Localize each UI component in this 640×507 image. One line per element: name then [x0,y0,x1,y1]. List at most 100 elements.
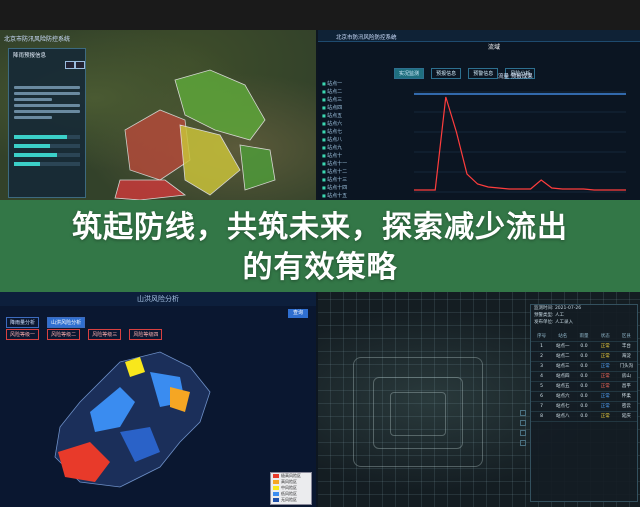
series-line-0 [414,96,626,191]
station-item[interactable]: 站点五 [322,112,382,120]
station-item[interactable]: 站点十二 [322,168,382,176]
table-cell: 丰台 [621,344,631,349]
table-row[interactable]: 7 站点七 0.0 正常 密云 [531,402,637,412]
progress-bar [14,153,80,157]
top-strip [0,0,640,30]
table-cell: 1 [540,344,544,349]
station-item[interactable]: 站点六 [322,120,382,128]
column-header: 区县 [621,334,631,339]
panel-button[interactable] [65,61,75,69]
table-cell: 正常 [600,374,610,379]
progress-bar [14,162,80,166]
station-list: 站点一站点二站点三站点四站点五站点六站点七站点八站点九站点十站点十一站点十二站点… [322,80,382,200]
station-item[interactable]: 站点十一 [322,160,382,168]
table-cell: 站点八 [556,414,570,419]
table-cell: 正常 [600,384,610,389]
table-row[interactable]: 8 站点八 0.0 正常 延庆 [531,412,637,422]
table-cell: 延庆 [621,414,631,419]
table-row[interactable]: 2 站点二 0.0 正常 海淀 [531,352,637,362]
station-item[interactable]: 站点九 [322,144,382,152]
table-cell: 0.0 [580,354,588,359]
table-cell: 正常 [600,354,610,359]
chart-title: 流量 预报成果 [498,74,533,80]
table-row[interactable]: 1 站点一 0.0 正常 丰台 [531,342,637,352]
progress-bar [14,144,80,148]
risk-map-screenshot: 山洪风险分析 降雨量分析 山洪风险分析 查询 风险等级一 风险等级二 风险等级三… [0,292,316,507]
station-item[interactable]: 站点七 [322,128,382,136]
station-table: 序号 站名 雨量 状态 区县 1 站点一 0.0 正常 丰台 2 站点二 0.0 正常 海淀 3 站点… [531,332,637,422]
table-cell: 正常 [600,414,610,419]
table-cell: 房山 [621,374,631,379]
district-southwest [114,179,187,200]
text-line [14,104,80,107]
app-title: 北京市防汛风险防控系统 [4,36,71,43]
table-cell: 0.0 [580,364,588,369]
text-line [14,86,80,89]
station-item[interactable]: 站点四 [322,104,382,112]
layer-icon[interactable] [520,430,526,436]
table-row[interactable]: 6 站点六 0.0 正常 怀柔 [531,392,637,402]
station-item[interactable]: 站点一 [322,80,382,88]
table-cell: 7 [540,404,544,409]
table-cell: 0.0 [580,384,588,389]
district-west [124,109,191,181]
info-line: 发布单位: 人工录入 [534,320,573,325]
tab-warning[interactable]: 预警信息 [468,68,499,79]
info-line: 预警类型: 人工 [534,313,564,318]
legend-label: 低风险区 [281,491,297,496]
table-cell: 3 [540,364,544,369]
station-item[interactable]: 站点八 [322,136,382,144]
flow-forecast-screenshot: 北京市防汛风险防控系统 流域 实况监测 预报信息 预警信息 风险分析 站点一站点… [318,30,640,200]
locate-icon[interactable] [520,440,526,446]
text-line [14,116,52,119]
legend-label: 中风险区 [281,485,297,490]
table-cell: 5 [540,384,544,389]
risk-map [54,351,211,488]
district-center [179,124,241,196]
table-row[interactable]: 3 站点三 0.0 正常 门头沟 [531,362,637,372]
legend-swatch [273,492,279,496]
table-cell: 密云 [621,404,631,409]
zoom-in-icon[interactable] [520,410,526,416]
legend-label: 高风险区 [281,479,297,484]
table-cell: 站点二 [556,354,570,359]
column-header: 站名 [558,334,568,339]
station-item[interactable]: 站点三 [322,96,382,104]
table-cell: 2 [540,354,544,359]
table-cell: 站点六 [556,394,570,399]
station-panel: 监测时间: 2021-07-26 预警类型: 人工 发布单位: 人工录入 序号 … [530,304,638,502]
station-item[interactable]: 站点十五 [322,192,382,200]
tab-forecast[interactable]: 预报信息 [431,68,462,79]
table-row[interactable]: 5 站点五 0.0 正常 昌平 [531,382,637,392]
table-cell: 0.0 [580,394,588,399]
panel-button[interactable] [75,61,85,69]
headline-line-2: 的有效策略 [242,250,398,285]
progress-bar [14,135,80,139]
tab-realtime[interactable]: 实况监测 [394,68,425,79]
district-east [239,144,276,191]
table-row[interactable]: 4 站点四 0.0 正常 房山 [531,372,637,382]
headline-line-1: 筑起防线，共筑未来，探索减少流出 [72,210,568,245]
legend-item: 无风险区 [271,497,311,503]
table-cell: 6 [540,394,544,399]
table-cell: 怀柔 [621,394,631,399]
headline-banner: 筑起防线，共筑未来，探索减少流出 的有效策略 [0,200,640,292]
info-line: 监测时间: 2021-07-26 [534,306,582,311]
table-cell: 正常 [600,394,610,399]
legend-swatch [273,486,279,490]
station-item[interactable]: 站点十 [322,152,382,160]
zoom-out-icon[interactable] [520,420,526,426]
column-header: 雨量 [579,334,589,339]
station-item[interactable]: 站点二 [322,88,382,96]
station-map-screenshot: 监测时间: 2021-07-26 预警类型: 人工 发布单位: 人工录入 序号 … [318,292,640,507]
station-item[interactable]: 站点十三 [322,176,382,184]
map-legend: 极高风险区 高风险区 中风险区 低风险区 无风险区 [270,472,312,505]
table-cell: 0.0 [580,344,588,349]
legend-swatch [273,498,279,502]
flow-chart [414,91,626,193]
map-toolbar [520,410,527,450]
station-item[interactable]: 站点十四 [322,184,382,192]
text-line [14,110,80,113]
table-cell: 站点四 [556,374,570,379]
table-cell: 0.0 [580,404,588,409]
